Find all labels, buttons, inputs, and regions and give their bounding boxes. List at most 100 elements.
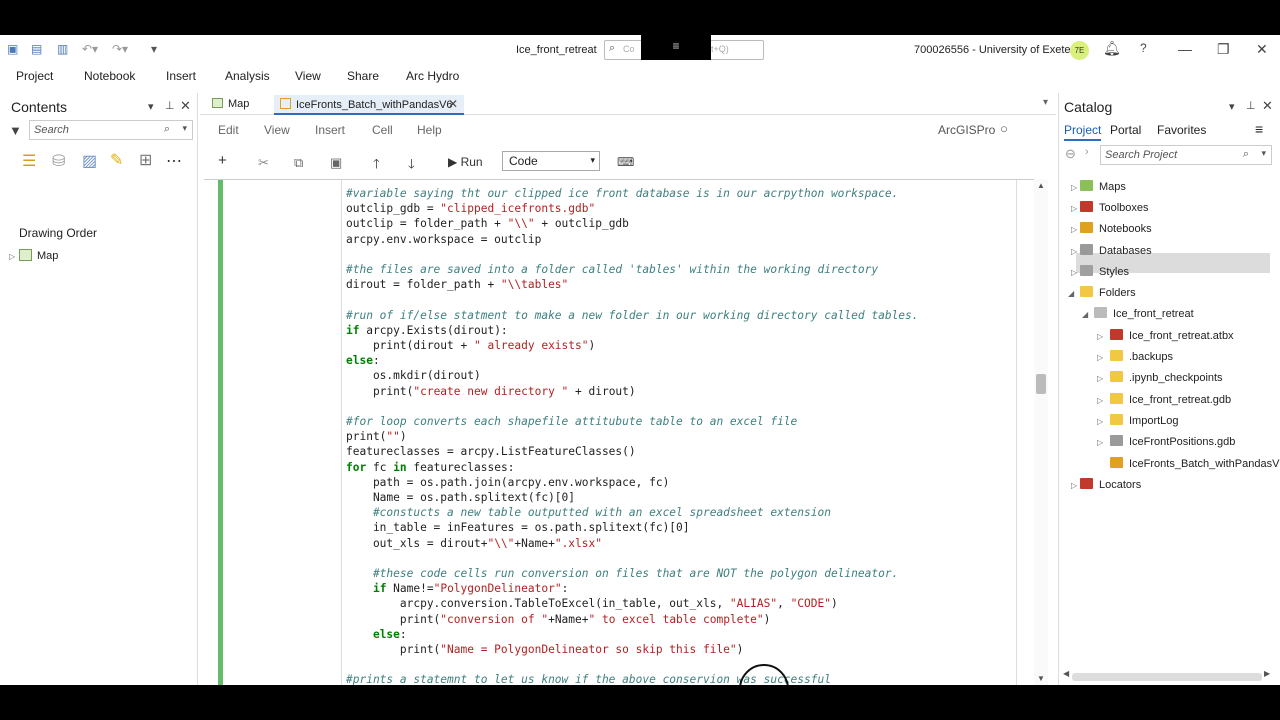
scroll-right-icon[interactable]: ▶	[1264, 669, 1270, 678]
catalog-search-input[interactable]: Search Project ⌕ ▾	[1100, 145, 1272, 165]
code-line[interactable]: outclip = folder_path + "\\" + outclip_g…	[346, 216, 629, 231]
catalog-item[interactable]: Databases	[1080, 244, 1152, 264]
catalog-item[interactable]: Maps	[1080, 180, 1126, 200]
catalog-item[interactable]: Styles	[1080, 265, 1129, 285]
minimize-icon[interactable]: —	[1178, 41, 1192, 57]
code-line[interactable]: outclip_gdb = "clipped_icefronts.gdb"	[346, 201, 595, 216]
maximize-icon[interactable]: ❐	[1217, 41, 1230, 58]
ribbon-tab-analysis[interactable]: Analysis	[225, 69, 270, 83]
ribbon-tab-arc-hydro[interactable]: Arc Hydro	[406, 69, 459, 83]
catalog-item[interactable]: Toolboxes	[1080, 201, 1149, 221]
more-options-icon[interactable]: ⋯	[166, 151, 182, 171]
ribbon-tab-insert[interactable]: Insert	[166, 69, 196, 83]
code-line[interactable]: arcpy.conversion.TableToExcel(in_table, …	[346, 596, 838, 611]
ribbon-tab-view[interactable]: View	[295, 69, 321, 83]
expand-arrow-icon[interactable]: ▷	[1097, 374, 1103, 383]
code-line[interactable]: Name = os.path.splitext(fc)[0]	[346, 490, 575, 505]
tab-notebook[interactable]: IceFronts_Batch_withPandasV6 ✕	[274, 95, 464, 115]
scroll-left-icon[interactable]: ◀	[1063, 669, 1069, 678]
move-down-icon[interactable]: 🡓	[408, 155, 415, 177]
back-icon[interactable]: ⊖	[1065, 146, 1076, 162]
close-pane-icon[interactable]: ✕	[180, 98, 191, 114]
save-icon[interactable]: ▥	[57, 42, 68, 56]
code-line[interactable]: #these code cells run conversion on file…	[346, 566, 898, 581]
code-line[interactable]: print("conversion of "+Name+" to excel t…	[346, 612, 771, 627]
code-line[interactable]: #run of if/else statment to make a new f…	[346, 308, 919, 323]
expand-arrow-icon[interactable]: ▷	[1071, 268, 1077, 277]
catalog-menu-icon[interactable]: ≡	[1255, 121, 1263, 137]
undo-icon[interactable]: ↶▾	[82, 42, 98, 56]
move-up-icon[interactable]: 🡑	[373, 155, 380, 177]
list-by-editing-icon[interactable]: ✎	[110, 150, 123, 170]
catalog-item[interactable]: .ipynb_checkpoints	[1110, 371, 1223, 391]
pin-icon[interactable]: ⊥	[1246, 99, 1256, 112]
expand-arrow-icon[interactable]: ▷	[1071, 247, 1077, 256]
contents-search-input[interactable]: Search ⌕ ▾	[29, 120, 193, 140]
catalog-item[interactable]: .backups	[1110, 350, 1173, 370]
close-pane-icon[interactable]: ✕	[1262, 98, 1273, 114]
expand-arrow-icon[interactable]: ▷	[1097, 417, 1103, 426]
catalog-menu-icon[interactable]: ▾	[1229, 100, 1235, 113]
paste-icon[interactable]: ▣	[330, 155, 342, 171]
cell-type-select[interactable]: Code ▾	[502, 151, 600, 171]
expand-arrow-icon[interactable]: ▷	[1097, 332, 1103, 341]
avatar[interactable]: 7E	[1070, 41, 1089, 60]
expand-arrow-icon[interactable]: ▷	[1097, 353, 1103, 362]
catalog-item[interactable]: IceFrontPositions.gdb	[1110, 435, 1235, 455]
code-line[interactable]: #constucts a new table outputted with an…	[346, 505, 831, 520]
ribbon-tab-notebook[interactable]: Notebook	[84, 69, 135, 83]
search-options-icon[interactable]: ▾	[1261, 148, 1266, 159]
code-line[interactable]: featureclasses = arcpy.ListFeatureClasse…	[346, 444, 636, 459]
tab-map[interactable]: Map	[206, 95, 270, 115]
run-button[interactable]: ▶ Run	[448, 155, 483, 169]
code-line[interactable]: print("create new directory " + dirout)	[346, 384, 636, 399]
menu-cell[interactable]: Cell	[372, 123, 393, 137]
code-line[interactable]: if Name!="PolygonDelineator":	[346, 581, 568, 596]
cut-icon[interactable]: ✂	[258, 155, 269, 171]
catalog-tab-favorites[interactable]: Favorites	[1157, 123, 1206, 137]
catalog-item[interactable]: Ice_front_retreat.gdb	[1110, 393, 1231, 413]
customize-toolbar-icon[interactable]: ▾	[151, 42, 157, 56]
catalog-item[interactable]: Locators	[1080, 478, 1141, 498]
catalog-tab-project[interactable]: Project	[1064, 123, 1102, 141]
expand-arrow-icon[interactable]: ◢	[1068, 289, 1074, 298]
code-line[interactable]: #variable saying tht our clipped ice fro…	[346, 186, 898, 201]
code-line[interactable]: out_xls = dirout+"\\"+Name+".xlsx"	[346, 536, 602, 551]
catalog-item[interactable]: Folders	[1080, 286, 1136, 306]
expand-arrow-icon[interactable]: ▷	[1071, 225, 1077, 234]
expand-arrow-icon[interactable]: ▷	[1071, 481, 1077, 490]
scroll-down-icon[interactable]: ▼	[1037, 674, 1045, 683]
menu-insert[interactable]: Insert	[315, 123, 345, 137]
code-line[interactable]: dirout = folder_path + "\\tables"	[346, 277, 568, 292]
list-by-snapping-icon[interactable]: ⊞	[139, 150, 152, 170]
code-line[interactable]: print("")	[346, 429, 407, 444]
scrollbar-thumb[interactable]	[1036, 374, 1046, 394]
catalog-item[interactable]: Notebooks	[1080, 222, 1152, 242]
menu-help[interactable]: Help	[417, 123, 442, 137]
scroll-up-icon[interactable]: ▲	[1037, 181, 1045, 190]
code-line[interactable]: print("Name = PolygonDelineator so skip …	[346, 642, 744, 657]
code-line[interactable]: os.mkdir(dirout)	[346, 368, 481, 383]
redo-icon[interactable]: ↷▾	[112, 42, 128, 56]
keyboard-icon[interactable]: ⌨	[617, 155, 634, 169]
catalog-tab-portal[interactable]: Portal	[1110, 123, 1141, 137]
tabs-overflow-icon[interactable]: ▾	[1043, 97, 1048, 108]
code-line[interactable]: arcpy.env.workspace = outclip	[346, 232, 541, 247]
ribbon-tab-project[interactable]: Project	[16, 69, 53, 83]
code-line[interactable]: else:	[346, 353, 380, 368]
code-line[interactable]: #the files are saved into a folder calle…	[346, 262, 878, 277]
contents-menu-icon[interactable]: ▾	[148, 100, 154, 113]
catalog-item[interactable]: Ice_front_retreat.atbx	[1110, 329, 1234, 349]
open-project-icon[interactable]: ▤	[31, 42, 42, 56]
code-line[interactable]: #for loop converts each shapefile attitu…	[346, 414, 797, 429]
catalog-item[interactable]: Ice_front_retreat	[1094, 307, 1194, 327]
code-line[interactable]: for fc in featureclasses:	[346, 460, 514, 475]
forward-icon[interactable]: ›	[1085, 146, 1089, 158]
code-line[interactable]: path = os.path.join(arcpy.env.workspace,…	[346, 475, 669, 490]
copy-icon[interactable]: ⧉	[294, 155, 303, 171]
pin-icon[interactable]: ⊥	[165, 99, 175, 112]
filter-icon[interactable]: ▼	[9, 123, 22, 138]
expand-arrow-icon[interactable]: ▷	[9, 252, 15, 261]
list-by-selection-icon[interactable]: ▨	[82, 151, 97, 171]
search-options-icon[interactable]: ▾	[182, 123, 187, 134]
